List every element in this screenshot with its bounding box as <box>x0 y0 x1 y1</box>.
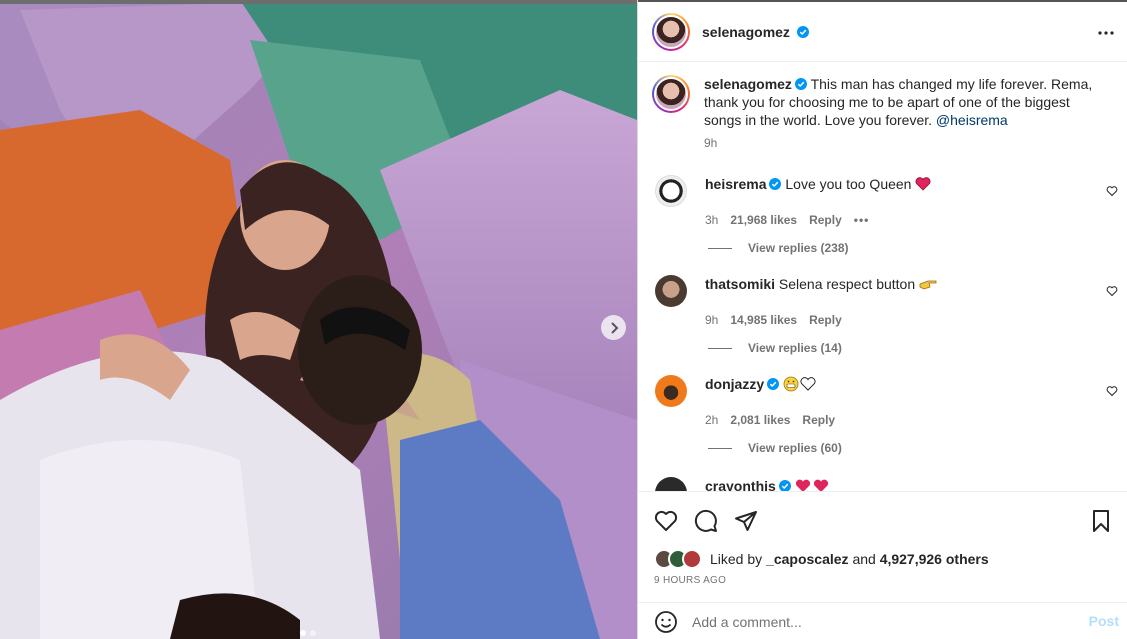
heart-icon[interactable] <box>654 509 678 533</box>
chevron-right-icon <box>610 321 618 334</box>
comment-likes-count[interactable]: 21,968 likes <box>730 213 797 227</box>
comment-likes-count[interactable]: 2,081 likes <box>730 413 790 427</box>
caption-username[interactable]: selenagomez <box>704 76 792 92</box>
pointing-hand-emoji-icon <box>919 280 937 290</box>
view-replies-label: View replies (14) <box>748 341 842 355</box>
bookmark-icon[interactable] <box>1089 509 1113 533</box>
comment-like-heart-icon[interactable] <box>1106 385 1118 397</box>
view-replies-label: View replies (60) <box>748 441 842 455</box>
carousel-dot-active <box>300 630 306 636</box>
comment-options-button[interactable]: ••• <box>854 213 870 227</box>
post-actions: Liked by _caposcalez and 4,927,926 other… <box>638 491 1127 639</box>
reply-button[interactable]: Reply <box>809 313 842 327</box>
caption-mention-link[interactable]: @heisrema <box>936 112 1008 128</box>
post-comment-button[interactable]: Post <box>1089 613 1119 629</box>
comment-icon[interactable] <box>694 509 718 533</box>
liker-avatar <box>682 549 702 569</box>
next-media-button[interactable] <box>601 315 626 340</box>
comment-likes-count[interactable]: 14,985 likes <box>730 313 797 327</box>
comment-item: crayonthis <box>652 477 1122 491</box>
more-horizontal-icon[interactable] <box>1097 24 1115 42</box>
comment-like-heart-icon[interactable] <box>1106 285 1118 297</box>
comments-list[interactable]: selenagomez This man has changed my life… <box>638 63 1127 491</box>
carousel-dots <box>300 630 316 636</box>
comment-time: 3h <box>705 213 719 227</box>
comment-avatar[interactable] <box>655 477 687 491</box>
share-icon[interactable] <box>734 509 758 533</box>
view-replies-button[interactable]: View replies (238) <box>708 241 849 255</box>
author-avatar[interactable] <box>652 12 690 51</box>
media-top-strip <box>0 0 637 4</box>
comment-text: Love you too Queen <box>785 176 912 192</box>
post-photo <box>0 0 637 639</box>
add-comment-bar: Post <box>638 602 1127 639</box>
view-replies-label: View replies (238) <box>748 241 849 255</box>
reply-button[interactable]: Reply <box>809 213 842 227</box>
comment-avatar[interactable] <box>655 375 687 407</box>
comment-username[interactable]: crayonthis <box>705 478 776 491</box>
liked-by-prefix: Liked by <box>710 551 763 567</box>
red-heart-emoji-icon <box>915 177 931 191</box>
liker-avatars[interactable] <box>654 549 702 569</box>
replies-divider-line <box>708 447 732 449</box>
comment-item: donjazzy 2h 2,081 likes Reply <box>652 375 1122 427</box>
verified-badge-icon <box>778 480 791 491</box>
comment-input[interactable] <box>692 613 1062 630</box>
caption-time: 9h <box>704 136 718 150</box>
comment-time: 2h <box>705 413 719 427</box>
verified-badge-icon <box>794 78 807 90</box>
verified-badge-icon <box>796 25 809 38</box>
replies-divider-line <box>708 347 732 349</box>
comment-username[interactable]: donjazzy <box>705 376 764 392</box>
reply-button[interactable]: Reply <box>802 413 835 427</box>
carousel-dot <box>310 630 316 636</box>
liked-by-user-link[interactable]: _caposcalez <box>766 551 849 567</box>
liked-by-and: and <box>852 551 876 567</box>
red-hearts-emoji-icon <box>795 479 828 491</box>
view-replies-button[interactable]: View replies (14) <box>708 341 842 355</box>
verified-badge-icon <box>769 178 782 190</box>
caption-avatar[interactable] <box>652 75 690 113</box>
grin-face-white-heart-emoji-icon <box>783 376 816 392</box>
replies-divider-line <box>708 247 732 249</box>
comment-text: Selena respect button <box>778 276 916 292</box>
post-media <box>0 0 637 639</box>
comment-like-heart-icon[interactable] <box>1106 185 1118 197</box>
post-timestamp[interactable]: 9 HOURS AGO <box>654 575 726 586</box>
likes-count-link[interactable]: 4,927,926 others <box>880 551 989 567</box>
emoji-icon[interactable] <box>654 610 678 634</box>
comment-avatar[interactable] <box>655 275 687 307</box>
comment-username[interactable]: heisrema <box>705 176 766 192</box>
comment-avatar[interactable] <box>655 175 687 207</box>
comment-username[interactable]: thatsomiki <box>705 276 775 292</box>
post-caption: selenagomez This man has changed my life… <box>652 75 1112 152</box>
view-replies-button[interactable]: View replies (60) <box>708 441 842 455</box>
post-header: selenagomez <box>638 2 1127 62</box>
comment-item: heisrema Love you too Queen 3h 21,968 li… <box>652 175 1122 227</box>
comment-time: 9h <box>705 313 719 327</box>
comment-item: thatsomiki Selena respect button 9h 14,9… <box>652 275 1122 327</box>
author-username[interactable]: selenagomez <box>702 24 790 40</box>
liked-by-summary: Liked by _caposcalez and 4,927,926 other… <box>654 549 989 569</box>
post-side-panel: selenagomez selenagomez This man has cha… <box>637 0 1127 639</box>
verified-badge-icon <box>767 378 780 390</box>
